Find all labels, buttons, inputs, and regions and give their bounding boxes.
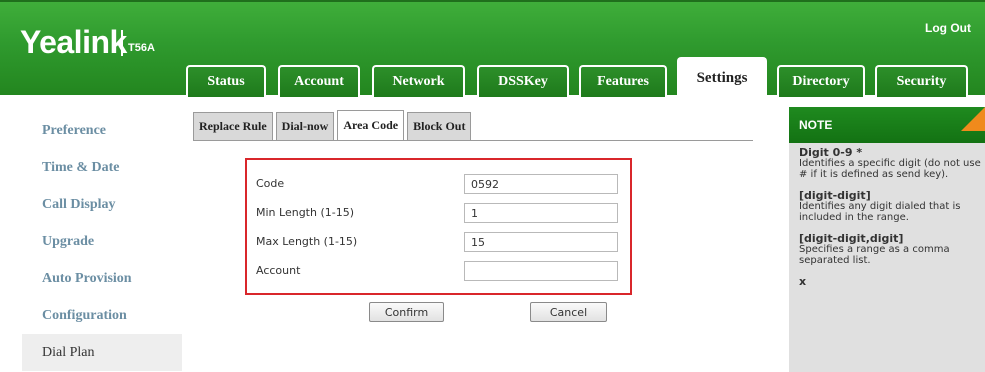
account-input[interactable] — [464, 261, 618, 281]
tab-settings[interactable]: Settings — [677, 57, 767, 97]
note-corner-flag — [961, 107, 985, 131]
tab-security[interactable]: Security — [875, 65, 968, 97]
header-bar: Yealink T56A Log Out Status Account Netw… — [0, 0, 985, 97]
note-desc: Identifies any digit dialed that is incl… — [799, 201, 961, 223]
logout-link[interactable]: Log Out — [925, 21, 971, 35]
subtab-divider — [193, 140, 753, 141]
note-title: NOTE — [799, 118, 833, 132]
tab-directory[interactable]: Directory — [777, 65, 865, 97]
min-length-label: Min Length (1-15) — [256, 206, 355, 219]
subtab-area-code[interactable]: Area Code — [337, 110, 405, 140]
tab-account[interactable]: Account — [278, 65, 360, 97]
note-desc: Specifies a range as a comma separated l… — [799, 244, 950, 266]
note-term: x — [799, 275, 807, 288]
form-row-min-length: Min Length (1-15) — [256, 203, 626, 223]
max-length-label: Max Length (1-15) — [256, 235, 358, 248]
form-row-max-length: Max Length (1-15) — [256, 232, 626, 252]
tab-dsskey[interactable]: DSSKey — [477, 65, 569, 97]
tab-network[interactable]: Network — [372, 65, 465, 97]
confirm-button[interactable]: Confirm — [369, 302, 444, 322]
sidebar-item-auto-provision[interactable]: Auto Provision — [22, 260, 182, 297]
note-body: Digit 0-9 * Identifies a specific digit … — [799, 147, 983, 287]
sidebar-item-time-date[interactable]: Time & Date — [22, 149, 182, 186]
max-length-input[interactable] — [464, 232, 618, 252]
note-term: [digit-digit,digit] — [799, 232, 904, 245]
sidebar-item-configuration[interactable]: Configuration — [22, 297, 182, 334]
sidebar-item-call-display[interactable]: Call Display — [22, 186, 182, 223]
cancel-button[interactable]: Cancel — [530, 302, 607, 322]
note-header: NOTE — [789, 107, 985, 143]
logo-separator — [121, 30, 123, 56]
min-length-input[interactable] — [464, 203, 618, 223]
subtab-block-out[interactable]: Block Out — [407, 112, 472, 140]
brand-logo: Yealink — [20, 24, 127, 60]
tab-status[interactable]: Status — [186, 65, 266, 97]
subtab-dial-now[interactable]: Dial-now — [275, 112, 335, 140]
sidebar-item-dial-plan[interactable]: Dial Plan — [22, 334, 182, 371]
form-row-account: Account — [256, 261, 626, 281]
sidebar-nav: Preference Time & Date Call Display Upgr… — [22, 112, 182, 371]
form-row-code: Code — [256, 174, 626, 194]
tab-features[interactable]: Features — [579, 65, 667, 97]
model-label: T56A — [128, 42, 155, 54]
sidebar-item-preference[interactable]: Preference — [22, 112, 182, 149]
subtab-bar: Replace Rule Dial-now Area Code Block Ou… — [193, 110, 474, 142]
note-term: [digit-digit] — [799, 189, 871, 202]
code-label: Code — [256, 177, 285, 190]
note-panel: NOTE Digit 0-9 * Identifies a specific d… — [789, 107, 985, 372]
note-desc: Identifies a specific digit (do not use … — [799, 158, 981, 180]
code-input[interactable] — [464, 174, 618, 194]
sidebar-item-upgrade[interactable]: Upgrade — [22, 223, 182, 260]
account-label: Account — [256, 264, 301, 277]
note-term: Digit 0-9 * — [799, 146, 863, 159]
subtab-replace-rule[interactable]: Replace Rule — [193, 112, 273, 140]
